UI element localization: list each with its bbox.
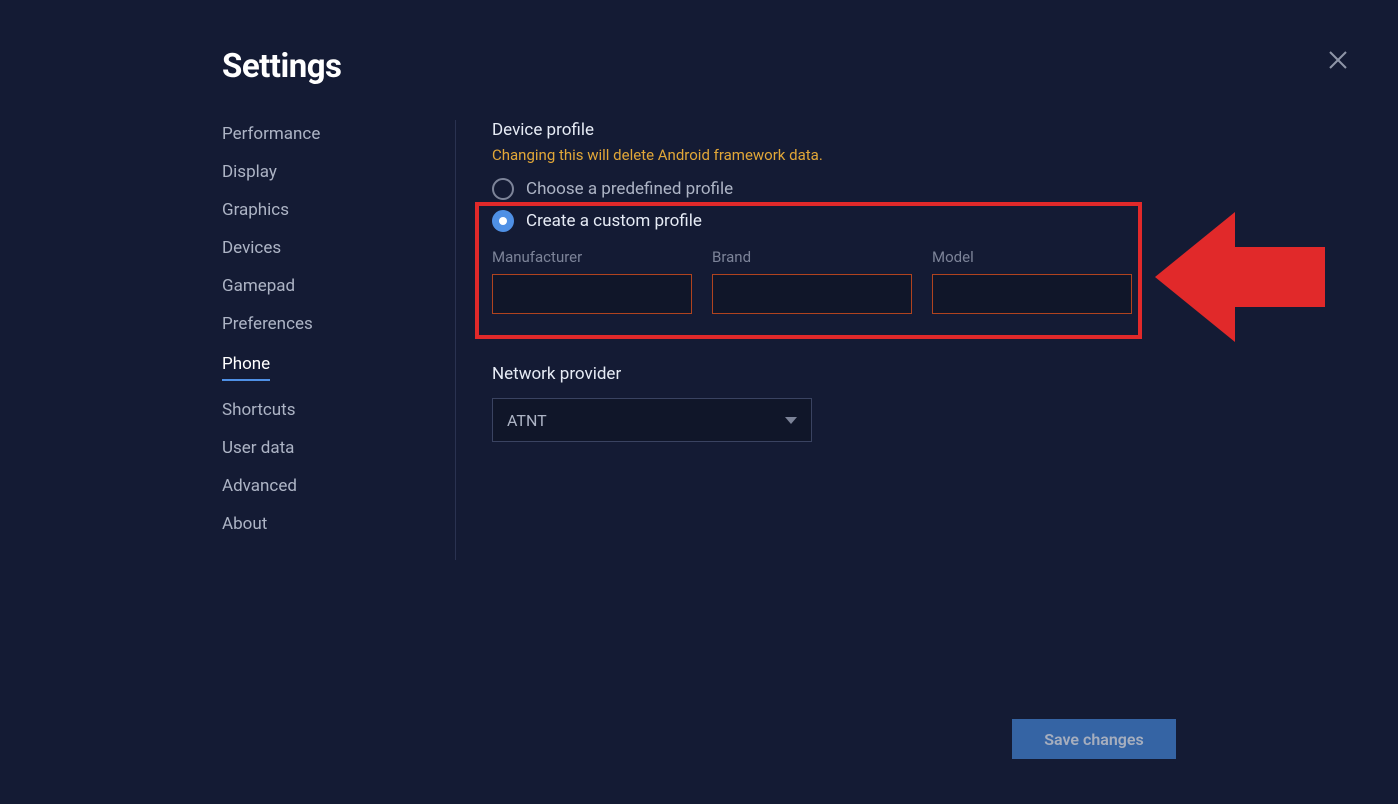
sidebar-item-preferences[interactable]: Preferences	[222, 316, 432, 333]
sidebar-divider	[455, 120, 456, 560]
content-panel: Device profile Changing this will delete…	[492, 120, 1338, 442]
radio-label: Choose a predefined profile	[526, 179, 733, 199]
sidebar-item-user-data[interactable]: User data	[222, 440, 432, 457]
network-provider-value: ATNT	[507, 411, 547, 430]
brand-label: Brand	[712, 248, 912, 266]
sidebar-item-shortcuts[interactable]: Shortcuts	[222, 402, 432, 419]
radio-icon	[492, 178, 514, 200]
network-provider-title: Network provider	[492, 364, 1338, 384]
sidebar-item-devices[interactable]: Devices	[222, 240, 432, 257]
save-changes-button[interactable]: Save changes	[1012, 719, 1176, 759]
network-provider-select[interactable]: ATNT	[492, 398, 812, 442]
settings-sidebar: Performance Display Graphics Devices Gam…	[222, 126, 432, 554]
sidebar-item-gamepad[interactable]: Gamepad	[222, 278, 432, 295]
sidebar-item-display[interactable]: Display	[222, 164, 432, 181]
radio-predefined-profile[interactable]: Choose a predefined profile	[492, 178, 1338, 200]
sidebar-item-graphics[interactable]: Graphics	[222, 202, 432, 219]
page-title: Settings	[222, 47, 342, 86]
chevron-down-icon	[785, 417, 797, 424]
radio-icon	[492, 210, 514, 232]
save-changes-label: Save changes	[1044, 730, 1143, 749]
model-label: Model	[932, 248, 1132, 266]
sidebar-item-phone[interactable]: Phone	[222, 356, 270, 381]
model-input[interactable]	[932, 274, 1132, 314]
device-profile-warning: Changing this will delete Android framew…	[492, 146, 1338, 164]
brand-input[interactable]	[712, 274, 912, 314]
device-profile-title: Device profile	[492, 120, 1338, 140]
radio-custom-profile[interactable]: Create a custom profile	[492, 210, 1338, 232]
sidebar-item-advanced[interactable]: Advanced	[222, 478, 432, 495]
sidebar-item-performance[interactable]: Performance	[222, 126, 432, 143]
close-button[interactable]	[1326, 48, 1350, 72]
manufacturer-input[interactable]	[492, 274, 692, 314]
radio-label: Create a custom profile	[526, 211, 702, 231]
close-icon	[1326, 48, 1350, 72]
custom-profile-fields: Manufacturer Brand Model	[492, 248, 1338, 314]
manufacturer-label: Manufacturer	[492, 248, 692, 266]
sidebar-item-about[interactable]: About	[222, 516, 432, 533]
